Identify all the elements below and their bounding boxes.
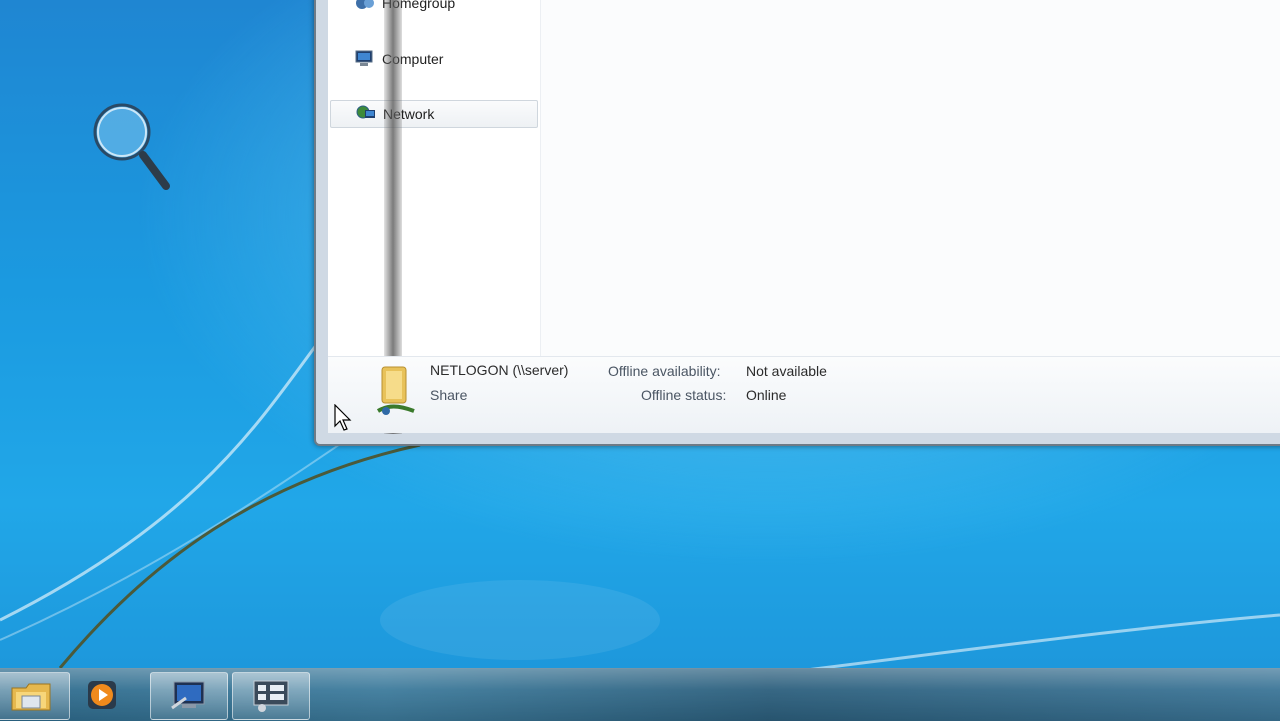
offline-availability-value: Not available bbox=[746, 363, 827, 379]
taskbar-button-explorer[interactable] bbox=[0, 672, 70, 720]
explorer-window[interactable]: Homegroup Computer Network NETLOGON (\\s… bbox=[314, 0, 1280, 446]
nav-item-homegroup[interactable]: Homegroup bbox=[330, 0, 536, 16]
computer-icon bbox=[355, 50, 373, 66]
network-share-folder-icon bbox=[376, 366, 415, 415]
network-icon bbox=[356, 105, 375, 119]
magnifier-icon bbox=[93, 103, 170, 190]
nav-item-computer[interactable]: Computer bbox=[330, 46, 536, 72]
taskbar-button-media-player[interactable] bbox=[64, 672, 140, 718]
windows-explorer-icon bbox=[11, 683, 51, 711]
remote-desktop-icon bbox=[171, 681, 205, 710]
offline-availability-label: Offline availability: bbox=[608, 363, 721, 379]
homegroup-icon bbox=[356, 0, 374, 9]
share-name: NETLOGON (\\server) bbox=[430, 362, 569, 378]
mouse-pointer-icon bbox=[334, 404, 352, 431]
share-type: Share bbox=[430, 387, 468, 403]
media-player-icon bbox=[88, 681, 116, 709]
navigation-pane[interactable]: Homegroup Computer Network bbox=[328, 0, 541, 356]
details-pane: NETLOGON (\\server) Share Offline availa… bbox=[328, 356, 1280, 433]
offline-status-label: Offline status: bbox=[641, 387, 727, 403]
nav-item-network[interactable]: Network bbox=[330, 100, 538, 128]
explorer-window-body: Homegroup Computer Network NETLOGON (\\s… bbox=[328, 0, 1280, 434]
taskbar-button-control-panel[interactable] bbox=[232, 672, 310, 720]
taskbar[interactable] bbox=[0, 668, 1280, 721]
file-list-pane[interactable] bbox=[541, 0, 1280, 356]
control-panel-icon bbox=[253, 680, 289, 712]
taskbar-button-remote-desktop[interactable] bbox=[150, 672, 228, 720]
offline-status-value: Online bbox=[746, 387, 787, 403]
